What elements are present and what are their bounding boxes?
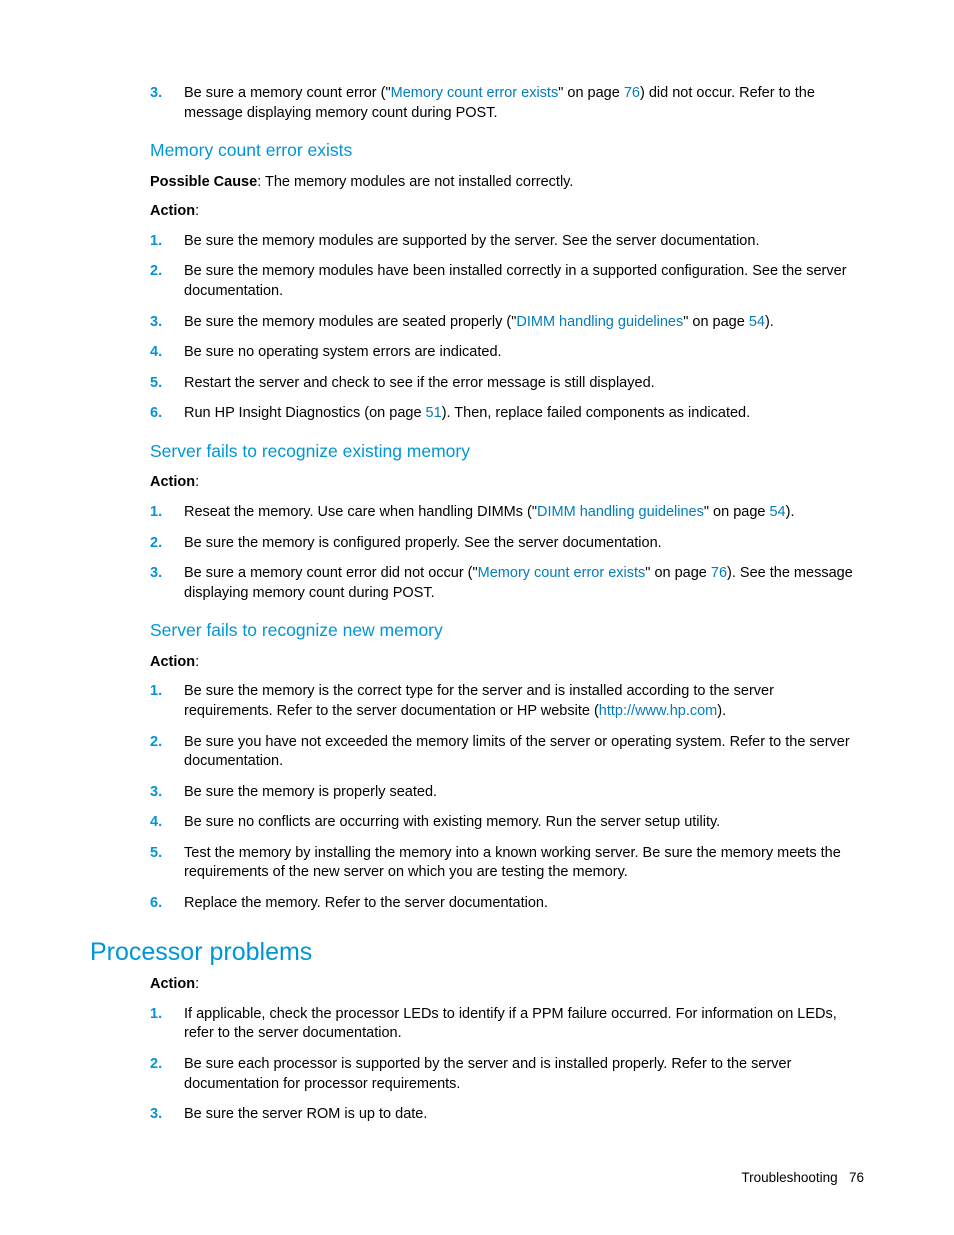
item-number: 2.	[150, 733, 162, 753]
list-item: 2. Be sure the memory modules have been i…	[150, 262, 864, 301]
list-item: 1. If applicable, check the processor LED…	[150, 1005, 864, 1044]
item-text: Be sure no conflicts are occurring with …	[184, 814, 720, 830]
link-dimm-guidelines[interactable]: DIMM handling guidelines	[516, 314, 683, 330]
list-item: 6. Replace the memory. Refer to the serve…	[150, 894, 864, 914]
action-label-text: Action	[150, 474, 195, 490]
footer-section: Troubleshooting	[741, 1170, 837, 1185]
item-text: Be sure the memory modules are supported…	[184, 233, 759, 249]
heading-processor-problems: Processor problems	[90, 936, 864, 970]
footer-page-number: 76	[849, 1170, 864, 1185]
list-item: 3. Be sure a memory count error ("Memory…	[150, 84, 864, 123]
page-footer: Troubleshooting 76	[741, 1169, 864, 1187]
list-item: 5. Test the memory by installing the memo…	[150, 844, 864, 883]
item-number: 3.	[150, 783, 162, 803]
list-item: 6. Run HP Insight Diagnostics (on page 51…	[150, 404, 864, 424]
item-number: 1.	[150, 232, 162, 252]
link-page-54[interactable]: 54	[749, 314, 765, 330]
item-number: 1.	[150, 682, 162, 702]
list-item: 2. Be sure each processor is supported by…	[150, 1055, 864, 1094]
item-text: Run HP Insight Diagnostics (on page	[184, 405, 426, 421]
item-text: Be sure the memory is configured properl…	[184, 535, 662, 551]
item-text: ).	[717, 703, 726, 719]
item-text: ).	[765, 314, 774, 330]
list-item: 5. Restart the server and check to see if…	[150, 374, 864, 394]
item-text: Test the memory by installing the memory…	[184, 845, 841, 881]
action-label-text: Action	[150, 654, 195, 670]
link-memory-count-error[interactable]: Memory count error exists	[478, 565, 646, 581]
link-page-54[interactable]: 54	[769, 504, 785, 520]
item-text: Reseat the memory. Use care when handlin…	[184, 504, 537, 520]
item-number: 5.	[150, 374, 162, 394]
action-label: Action:	[150, 653, 864, 673]
link-memory-count-error[interactable]: Memory count error exists	[391, 85, 559, 101]
item-number: 2.	[150, 534, 162, 554]
possible-cause: Possible Cause: The memory modules are n…	[150, 173, 864, 193]
item-text: Restart the server and check to see if t…	[184, 375, 655, 391]
list-item: 3. Be sure the memory modules are seated …	[150, 313, 864, 333]
link-page-51[interactable]: 51	[426, 405, 442, 421]
list-item: 3. Be sure the server ROM is up to date.	[150, 1105, 864, 1125]
possible-cause-text: : The memory modules are not installed c…	[257, 174, 573, 190]
action-label: Action:	[150, 975, 864, 995]
list-item: 4. Be sure no operating system errors are…	[150, 343, 864, 363]
item-text: Be sure a memory count error did not occ…	[184, 565, 478, 581]
item-number: 2.	[150, 262, 162, 282]
item-number: 2.	[150, 1055, 162, 1075]
action-list: 1.Be sure the memory is the correct type…	[150, 682, 864, 913]
list-item: 2. Be sure you have not exceeded the memo…	[150, 733, 864, 772]
item-text: If applicable, check the processor LEDs …	[184, 1006, 837, 1042]
action-list: 1. Reseat the memory. Use care when handl…	[150, 503, 864, 603]
action-label-text: Action	[150, 203, 195, 219]
item-text: " on page	[704, 504, 770, 520]
intro-list: 3. Be sure a memory count error ("Memory…	[150, 84, 864, 123]
action-label: Action:	[150, 473, 864, 493]
list-item: 1. Reseat the memory. Use care when handl…	[150, 503, 864, 523]
item-text: Be sure the memory modules have been ins…	[184, 263, 847, 299]
link-page-76[interactable]: 76	[624, 85, 640, 101]
list-item: 3. Be sure the memory is properly seated.	[150, 783, 864, 803]
item-text: Replace the memory. Refer to the server …	[184, 895, 548, 911]
action-list: 1. Be sure the memory modules are support…	[150, 232, 864, 424]
list-item: 2. Be sure the memory is configured prope…	[150, 534, 864, 554]
possible-cause-label: Possible Cause	[150, 174, 257, 190]
item-text: Be sure each processor is supported by t…	[184, 1056, 791, 1092]
link-hp-website[interactable]: http://www.hp.com	[599, 703, 717, 719]
heading-recognize-new-memory: Server fails to recognize new memory	[150, 619, 864, 643]
link-dimm-guidelines[interactable]: DIMM handling guidelines	[537, 504, 704, 520]
item-number: 3.	[150, 84, 162, 104]
item-text: ).	[786, 504, 795, 520]
item-text: " on page	[683, 314, 749, 330]
list-item: 1.Be sure the memory is the correct type…	[150, 682, 864, 721]
item-number: 5.	[150, 844, 162, 864]
list-item: 4. Be sure no conflicts are occurring wit…	[150, 813, 864, 833]
item-text: Be sure no operating system errors are i…	[184, 344, 502, 360]
item-text: Be sure the memory modules are seated pr…	[184, 314, 516, 330]
item-number: 1.	[150, 1005, 162, 1025]
action-list: 1. If applicable, check the processor LED…	[150, 1005, 864, 1125]
item-number: 6.	[150, 894, 162, 914]
item-number: 6.	[150, 404, 162, 424]
list-item: 1. Be sure the memory modules are support…	[150, 232, 864, 252]
link-page-76[interactable]: 76	[711, 565, 727, 581]
item-text: " on page	[558, 85, 624, 101]
item-text: " on page	[645, 565, 711, 581]
item-number: 3.	[150, 1105, 162, 1125]
list-item: 3. Be sure a memory count error did not o…	[150, 564, 864, 603]
item-text: Be sure you have not exceeded the memory…	[184, 734, 850, 770]
item-text: Be sure the server ROM is up to date.	[184, 1106, 427, 1122]
item-number: 3.	[150, 313, 162, 333]
item-number: 4.	[150, 813, 162, 833]
action-label-text: Action	[150, 976, 195, 992]
item-text: ). Then, replace failed components as in…	[442, 405, 750, 421]
item-number: 1.	[150, 503, 162, 523]
item-text: Be sure a memory count error ("	[184, 85, 391, 101]
item-text: Be sure the memory is properly seated.	[184, 784, 437, 800]
heading-memory-count-error: Memory count error exists	[150, 139, 864, 163]
item-number: 4.	[150, 343, 162, 363]
heading-recognize-existing-memory: Server fails to recognize existing memor…	[150, 440, 864, 464]
item-number: 3.	[150, 564, 162, 584]
action-label: Action:	[150, 202, 864, 222]
